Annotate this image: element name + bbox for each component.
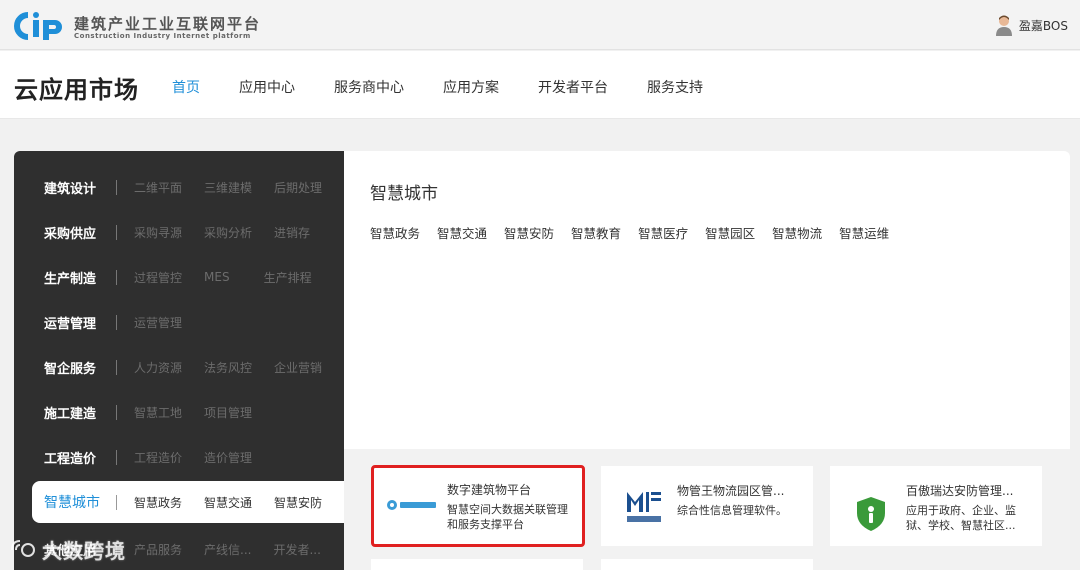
- cip-logo-icon: [14, 12, 62, 40]
- panel-tag[interactable]: 智慧医疗: [638, 223, 688, 242]
- panel-tag[interactable]: 智慧运维: [839, 223, 889, 242]
- main-nav: 首页 应用中心 服务商中心 应用方案 开发者平台 服务支持: [172, 77, 742, 97]
- category-sub-link[interactable]: 采购分析: [204, 224, 252, 241]
- user-avatar-icon: [995, 15, 1012, 36]
- category-panel: 智慧城市 智慧政务 智慧交通 智慧安防 智慧教育 智慧医疗 智慧园区 智慧物流 …: [344, 151, 1070, 570]
- user-menu[interactable]: 盈嘉BOS: [995, 14, 1068, 36]
- category-sub-link[interactable]: 运营管理: [134, 314, 182, 331]
- category-sub-link[interactable]: 产线信...: [204, 541, 251, 558]
- category-sub-link[interactable]: MES: [204, 270, 230, 284]
- category-sub-link[interactable]: 智慧工地: [134, 404, 182, 421]
- app-card[interactable]: [601, 559, 813, 570]
- category-menu: 建筑设计 二维平面 三维建模 后期处理 采购供应 采购寻源 采购分析 进销存 生…: [14, 151, 344, 570]
- divider: [116, 404, 117, 420]
- digital-building-logo-icon: [387, 500, 436, 510]
- panel-tag[interactable]: 智慧园区: [705, 223, 755, 242]
- nav-provider-center[interactable]: 服务商中心: [334, 77, 404, 97]
- category-row[interactable]: 工程造价 工程造价 造价管理: [14, 436, 344, 478]
- category-sub-link[interactable]: 三维建模: [204, 179, 252, 196]
- category-sub-link[interactable]: 智慧政务: [134, 494, 182, 511]
- nav-app-center[interactable]: 应用中心: [239, 77, 295, 97]
- nav-home[interactable]: 首页: [172, 77, 200, 97]
- panel-tag[interactable]: 智慧物流: [772, 223, 822, 242]
- panel-tag[interactable]: 智慧教育: [571, 223, 621, 242]
- app-list: 数字建筑物平台 智慧空间大数据关联管理和服务支撑平台 物管王物流园区管... 综…: [344, 449, 1070, 570]
- app-title[interactable]: 物管王物流园区管...: [677, 482, 805, 499]
- divider: [115, 359, 117, 375]
- app-description: 综合性信息管理软件。: [677, 504, 787, 517]
- app-card[interactable]: 物管王物流园区管... 综合性信息管理软件。: [601, 466, 813, 546]
- category-title[interactable]: 工程造价: [14, 448, 102, 467]
- category-title[interactable]: 运营管理: [14, 313, 102, 332]
- category-sub-link[interactable]: 开发者...: [273, 541, 320, 558]
- divider: [116, 449, 117, 465]
- panel-tag[interactable]: 智慧政务: [370, 223, 420, 242]
- panel-tag-list: 智慧政务 智慧交通 智慧安防 智慧教育 智慧医疗 智慧园区 智慧物流 智慧运维: [370, 223, 906, 242]
- wuguanwang-logo-icon: [627, 492, 661, 522]
- app-description: 应用于政府、企业、监狱、学校、智慧社区...: [906, 504, 1016, 532]
- category-title[interactable]: 智企服务: [14, 358, 102, 377]
- category-sub-link[interactable]: 企业营销: [274, 359, 322, 376]
- app-title[interactable]: 数字建筑物平台: [447, 481, 575, 498]
- divider: [116, 494, 117, 510]
- divider: [116, 314, 117, 330]
- category-title[interactable]: 建筑设计: [14, 178, 102, 197]
- main-header: 云应用市场 首页 应用中心 服务商中心 应用方案 开发者平台 服务支持: [0, 51, 1080, 119]
- watermark-text: 大数跨境: [42, 539, 126, 563]
- page-title: 云应用市场: [14, 76, 139, 104]
- divider: [116, 224, 117, 240]
- category-row[interactable]: 建筑设计 二维平面 三维建模 后期处理: [14, 166, 344, 208]
- category-title[interactable]: 采购供应: [14, 223, 102, 242]
- category-row[interactable]: 施工建造 智慧工地 项目管理: [14, 391, 344, 433]
- panel-title: 智慧城市: [370, 184, 438, 204]
- app-description: 智慧空间大数据关联管理和服务支撑平台: [447, 503, 568, 531]
- category-row[interactable]: 运营管理 运营管理: [14, 301, 344, 343]
- watermark: 大数跨境: [8, 535, 126, 564]
- logo-english-text: Construction Industry Internet platform: [74, 32, 251, 40]
- category-sub-link[interactable]: 后期处理: [274, 179, 322, 196]
- app-title[interactable]: 百傲瑞达安防管理...: [906, 482, 1034, 499]
- divider: [116, 269, 117, 285]
- category-sub-link[interactable]: 进销存: [274, 224, 310, 241]
- category-row[interactable]: 智企服务 人力资源 法务风控 企业营销: [14, 346, 344, 388]
- category-sub-link[interactable]: 产品服务: [134, 541, 182, 558]
- main-card: 建筑设计 二维平面 三维建模 后期处理 采购供应 采购寻源 采购分析 进销存 生…: [14, 151, 1070, 570]
- panel-tag[interactable]: 智慧交通: [437, 223, 487, 242]
- category-sub-link[interactable]: 项目管理: [204, 404, 252, 421]
- category-sub-link[interactable]: 过程管控: [134, 269, 182, 286]
- app-card[interactable]: 百傲瑞达安防管理... 应用于政府、企业、监狱、学校、智慧社区...: [830, 466, 1042, 546]
- logo-chinese-text: 建筑产业工业互联网平台: [74, 15, 262, 33]
- panel-tag[interactable]: 智慧安防: [504, 223, 554, 242]
- nav-service-support[interactable]: 服务支持: [647, 77, 703, 97]
- category-sub-link[interactable]: 工程造价: [134, 449, 182, 466]
- category-title[interactable]: 智慧城市: [32, 492, 102, 512]
- category-sub-link[interactable]: 智慧交通: [204, 494, 252, 511]
- category-row[interactable]: 采购供应 采购寻源 采购分析 进销存: [14, 211, 344, 253]
- category-sub-link[interactable]: 人力资源: [134, 359, 182, 376]
- user-name: 盈嘉BOS: [1018, 18, 1068, 33]
- app-card[interactable]: [371, 559, 583, 570]
- category-sub-link[interactable]: 二维平面: [134, 179, 182, 196]
- shield-icon: [857, 497, 885, 531]
- divider: [115, 179, 117, 195]
- category-title[interactable]: 生产制造: [14, 268, 102, 287]
- category-sub-link[interactable]: 智慧安防: [274, 494, 322, 511]
- category-title[interactable]: 施工建造: [14, 403, 102, 422]
- top-bar: 建筑产业工业互联网平台 Construction Industry Intern…: [0, 0, 1080, 50]
- category-sub-link[interactable]: 采购寻源: [134, 224, 182, 241]
- category-sub-link[interactable]: 法务风控: [204, 359, 252, 376]
- category-sub-link[interactable]: 生产排程: [264, 269, 312, 286]
- app-card[interactable]: 数字建筑物平台 智慧空间大数据关联管理和服务支撑平台: [371, 465, 585, 547]
- nav-developer-platform[interactable]: 开发者平台: [538, 77, 608, 97]
- category-sub-link[interactable]: 造价管理: [204, 449, 252, 466]
- nav-app-solutions[interactable]: 应用方案: [443, 77, 499, 97]
- category-row[interactable]: 生产制造 过程管控 MES 生产排程: [14, 256, 344, 298]
- watermark-logo-icon: [11, 539, 35, 557]
- platform-logo[interactable]: 建筑产业工业互联网平台 Construction Industry Intern…: [14, 10, 259, 42]
- category-row-active[interactable]: 智慧城市 智慧政务 智慧交通 智慧安防: [32, 481, 344, 523]
